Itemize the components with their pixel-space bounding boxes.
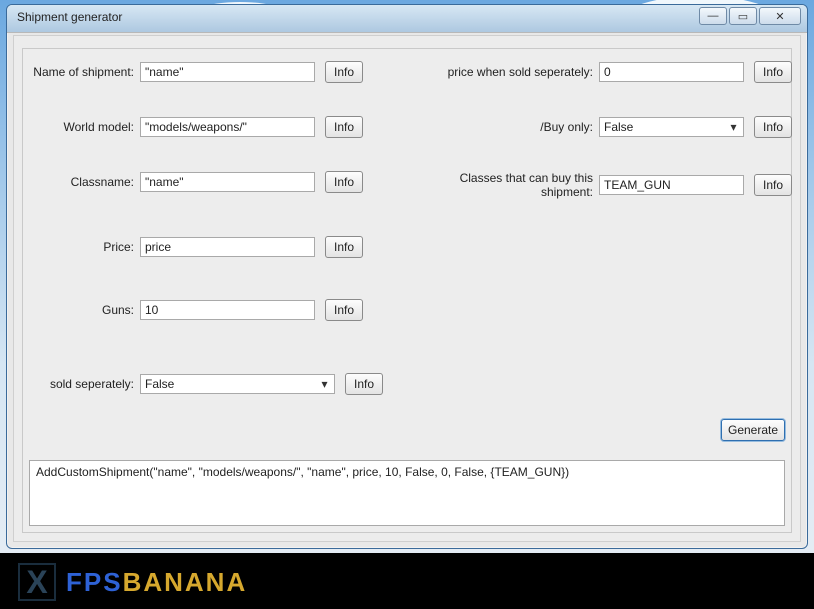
- titlebar: Shipment generator — ▭ ✕: [7, 5, 807, 33]
- dropdown-buyonly-value: False: [604, 120, 633, 134]
- label-guns: Guns:: [23, 303, 140, 317]
- chevron-down-icon: ▾: [317, 377, 332, 392]
- info-button-guns[interactable]: Info: [325, 299, 363, 321]
- label-price: Price:: [23, 240, 140, 254]
- input-classname[interactable]: [140, 172, 315, 192]
- info-button-classes[interactable]: Info: [754, 174, 792, 196]
- info-button-model[interactable]: Info: [325, 116, 363, 138]
- label-classes: Classes that can buy this shipment:: [411, 171, 599, 199]
- output-text: AddCustomShipment("name", "models/weapon…: [36, 465, 569, 479]
- label-classname: Classname:: [23, 175, 140, 189]
- logo-x-icon: X: [18, 563, 56, 601]
- page-footer: X FPSBANANA: [0, 553, 814, 609]
- close-button[interactable]: ✕: [759, 7, 801, 25]
- label-pricesep: price when sold seperately:: [411, 65, 599, 79]
- info-button-name[interactable]: Info: [325, 61, 363, 83]
- input-guns[interactable]: [140, 300, 315, 320]
- chevron-down-icon: ▾: [726, 120, 741, 135]
- label-buyonly: /Buy only:: [411, 120, 599, 134]
- info-button-pricesep[interactable]: Info: [754, 61, 792, 83]
- dropdown-buyonly[interactable]: False ▾: [599, 117, 744, 137]
- info-button-buyonly[interactable]: Info: [754, 116, 792, 138]
- dropdown-soldsep[interactable]: False ▾: [140, 374, 335, 394]
- client-area: Name of shipment: Info World model: Info…: [13, 35, 801, 542]
- info-button-price[interactable]: Info: [325, 236, 363, 258]
- output-textarea[interactable]: AddCustomShipment("name", "models/weapon…: [29, 460, 785, 526]
- label-soldsep: sold seperately:: [23, 377, 140, 391]
- window-title: Shipment generator: [17, 10, 122, 24]
- form-panel: Name of shipment: Info World model: Info…: [22, 48, 792, 533]
- footer-logo: FPSBANANA: [66, 567, 247, 598]
- info-button-soldsep[interactable]: Info: [345, 373, 383, 395]
- input-pricesep[interactable]: [599, 62, 744, 82]
- label-model: World model:: [23, 120, 140, 134]
- input-name[interactable]: [140, 62, 315, 82]
- maximize-button[interactable]: ▭: [729, 7, 757, 25]
- label-name: Name of shipment:: [23, 65, 140, 79]
- minimize-button[interactable]: —: [699, 7, 727, 25]
- app-window: Shipment generator — ▭ ✕ Name of shipmen…: [6, 4, 808, 549]
- input-classes[interactable]: [599, 175, 744, 195]
- input-price[interactable]: [140, 237, 315, 257]
- info-button-classname[interactable]: Info: [325, 171, 363, 193]
- input-model[interactable]: [140, 117, 315, 137]
- generate-button[interactable]: Generate: [721, 419, 785, 441]
- dropdown-soldsep-value: False: [145, 377, 174, 391]
